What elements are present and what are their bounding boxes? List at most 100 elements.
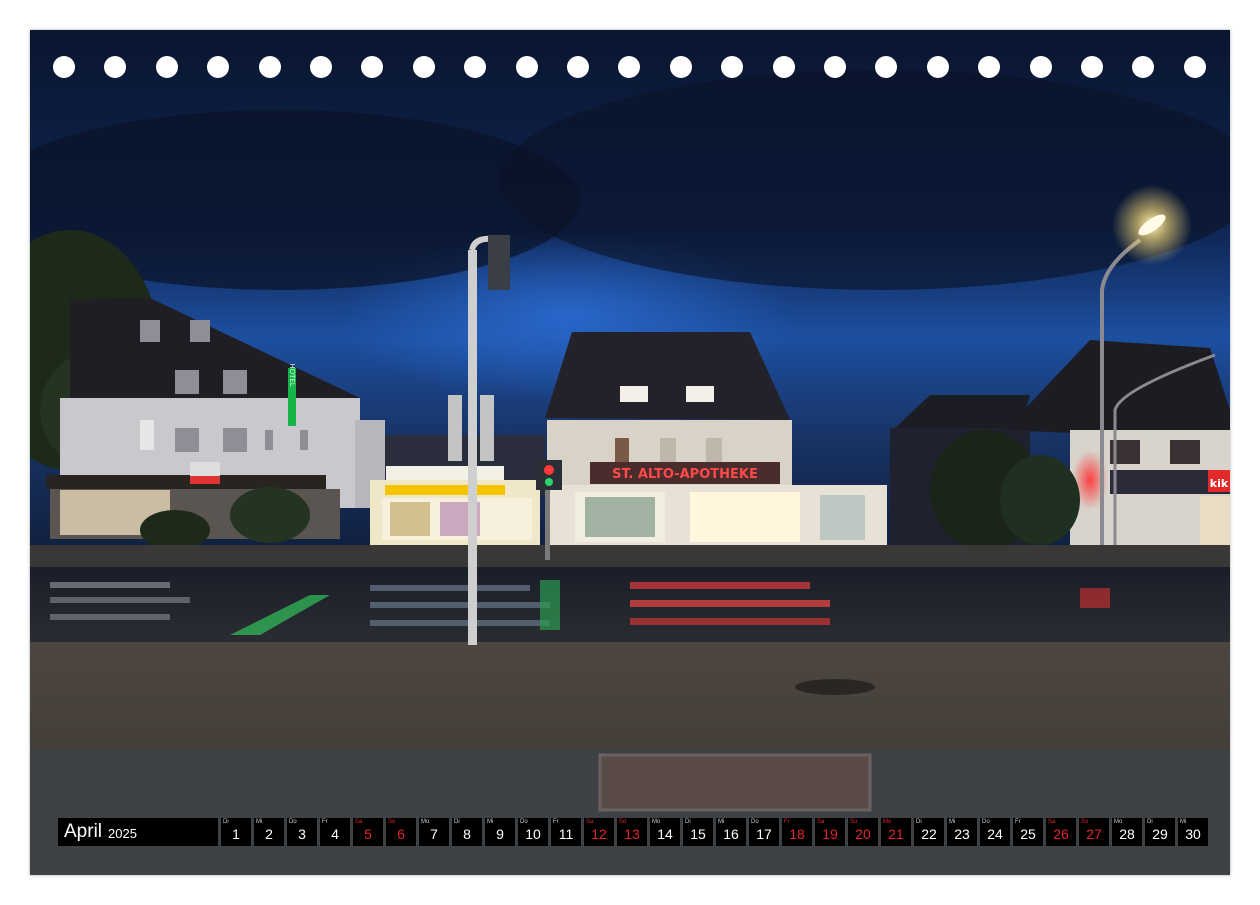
day-number: 9 bbox=[496, 826, 504, 842]
calendar-strip: April 2025 Di 1 Mi 2 Do 3 Fr 4 Sa 5 So 6 Mo 7 Di 8 Mi 9 Do… bbox=[58, 818, 1208, 846]
weekday-label: Fr bbox=[784, 819, 790, 825]
weekday-label: Sa bbox=[1048, 819, 1056, 825]
calendar-day: Fr 11 bbox=[551, 818, 581, 846]
weekday-label: So bbox=[619, 819, 627, 825]
binder-hole bbox=[464, 56, 487, 78]
binder-hole bbox=[515, 56, 538, 78]
weekday-label: Do bbox=[289, 819, 297, 825]
day-number: 29 bbox=[1152, 826, 1168, 842]
calendar-day: Mo 21 bbox=[881, 818, 911, 846]
calendar-day: Mo 14 bbox=[650, 818, 680, 846]
calendar-day: Do 10 bbox=[518, 818, 548, 846]
calendar-day: Fr 18 bbox=[782, 818, 812, 846]
calendar-day: Sa 5 bbox=[353, 818, 383, 846]
weekday-label: Mi bbox=[949, 819, 956, 825]
day-number: 27 bbox=[1086, 826, 1102, 842]
day-number: 7 bbox=[430, 826, 438, 842]
day-number: 3 bbox=[298, 826, 306, 842]
weekday-label: Fr bbox=[553, 819, 559, 825]
weekday-label: Do bbox=[751, 819, 759, 825]
calendar-day: So 27 bbox=[1079, 818, 1109, 846]
calendar-day: Mo 7 bbox=[419, 818, 449, 846]
day-number: 13 bbox=[624, 826, 640, 842]
day-number: 5 bbox=[364, 826, 372, 842]
day-number: 20 bbox=[855, 826, 871, 842]
weekday-label: Do bbox=[982, 819, 990, 825]
day-number: 26 bbox=[1053, 826, 1069, 842]
binder-hole bbox=[618, 56, 641, 78]
binder-hole bbox=[926, 56, 949, 78]
binder-hole bbox=[824, 56, 846, 78]
binder-hole bbox=[721, 56, 744, 78]
calendar-day: Mi 16 bbox=[716, 818, 746, 846]
weekday-label: Fr bbox=[1015, 819, 1021, 825]
weekday-label: Mi bbox=[1180, 819, 1187, 825]
binder-hole bbox=[207, 56, 230, 78]
weekday-label: Sa bbox=[355, 819, 363, 825]
weekday-label: Di bbox=[223, 819, 229, 825]
weekday-label: Di bbox=[685, 819, 691, 825]
day-number: 14 bbox=[657, 826, 673, 842]
calendar-day: So 6 bbox=[386, 818, 416, 846]
calendar-day: Di 22 bbox=[914, 818, 944, 846]
binder-hole bbox=[772, 56, 795, 78]
calendar-day: Fr 4 bbox=[320, 818, 350, 846]
weekday-label: Di bbox=[916, 819, 922, 825]
binder-hole bbox=[361, 56, 384, 78]
weekday-label: Mo bbox=[652, 819, 661, 825]
binder-hole bbox=[155, 56, 178, 78]
day-number: 24 bbox=[987, 826, 1003, 842]
binder-hole bbox=[53, 56, 75, 78]
calendar-day: Di 1 bbox=[221, 818, 251, 846]
binder-hole bbox=[1081, 56, 1103, 78]
weekday-label: Mo bbox=[1114, 819, 1123, 825]
weekday-label: Mo bbox=[421, 819, 430, 825]
day-number: 4 bbox=[331, 826, 339, 842]
calendar-day: Mi 23 bbox=[947, 818, 977, 846]
day-number: 11 bbox=[558, 826, 574, 842]
binder-holes bbox=[30, 56, 1230, 78]
weekday-label: Fr bbox=[322, 819, 328, 825]
month-name: April bbox=[64, 821, 103, 842]
weekday-label: Mo bbox=[883, 819, 892, 825]
binder-hole bbox=[258, 56, 281, 78]
day-number: 1 bbox=[232, 826, 240, 842]
day-number: 10 bbox=[525, 826, 541, 842]
day-number: 19 bbox=[822, 826, 838, 842]
binder-hole bbox=[1132, 56, 1155, 78]
weekday-label: So bbox=[1081, 819, 1089, 825]
weekday-label: Di bbox=[454, 819, 460, 825]
night-street-scene: HOTEL ST. ALTO-APOTHEKE kik bbox=[30, 30, 1230, 875]
calendar-day: Mi 9 bbox=[485, 818, 515, 846]
calendar-day: Sa 12 bbox=[584, 818, 614, 846]
weekday-label: Sa bbox=[586, 819, 594, 825]
weekday-label: Di bbox=[1147, 819, 1153, 825]
calendar-day: So 13 bbox=[617, 818, 647, 846]
day-number: 23 bbox=[954, 826, 970, 842]
day-number: 28 bbox=[1119, 826, 1135, 842]
binder-hole bbox=[1183, 56, 1206, 78]
binder-hole bbox=[978, 56, 1001, 78]
binder-hole bbox=[567, 56, 589, 78]
calendar-day: So 20 bbox=[848, 818, 878, 846]
day-number: 2 bbox=[265, 826, 273, 842]
binder-hole bbox=[669, 56, 692, 78]
day-number: 21 bbox=[888, 826, 904, 842]
calendar-day: Do 24 bbox=[980, 818, 1010, 846]
calendar-day: Sa 19 bbox=[815, 818, 845, 846]
binder-hole bbox=[875, 56, 898, 78]
binder-hole bbox=[104, 56, 127, 78]
day-number: 30 bbox=[1185, 826, 1201, 842]
calendar-day: Do 3 bbox=[287, 818, 317, 846]
month-label: April 2025 bbox=[58, 818, 218, 846]
calendar-day: Sa 26 bbox=[1046, 818, 1076, 846]
weekday-label: So bbox=[388, 819, 396, 825]
day-number: 8 bbox=[463, 826, 471, 842]
calendar-day: Do 17 bbox=[749, 818, 779, 846]
calendar-day: Mi 2 bbox=[254, 818, 284, 846]
binder-hole bbox=[412, 56, 435, 78]
month-year: 2025 bbox=[108, 826, 137, 841]
day-number: 18 bbox=[789, 826, 805, 842]
day-number: 22 bbox=[921, 826, 937, 842]
calendar-day: Di 29 bbox=[1145, 818, 1175, 846]
